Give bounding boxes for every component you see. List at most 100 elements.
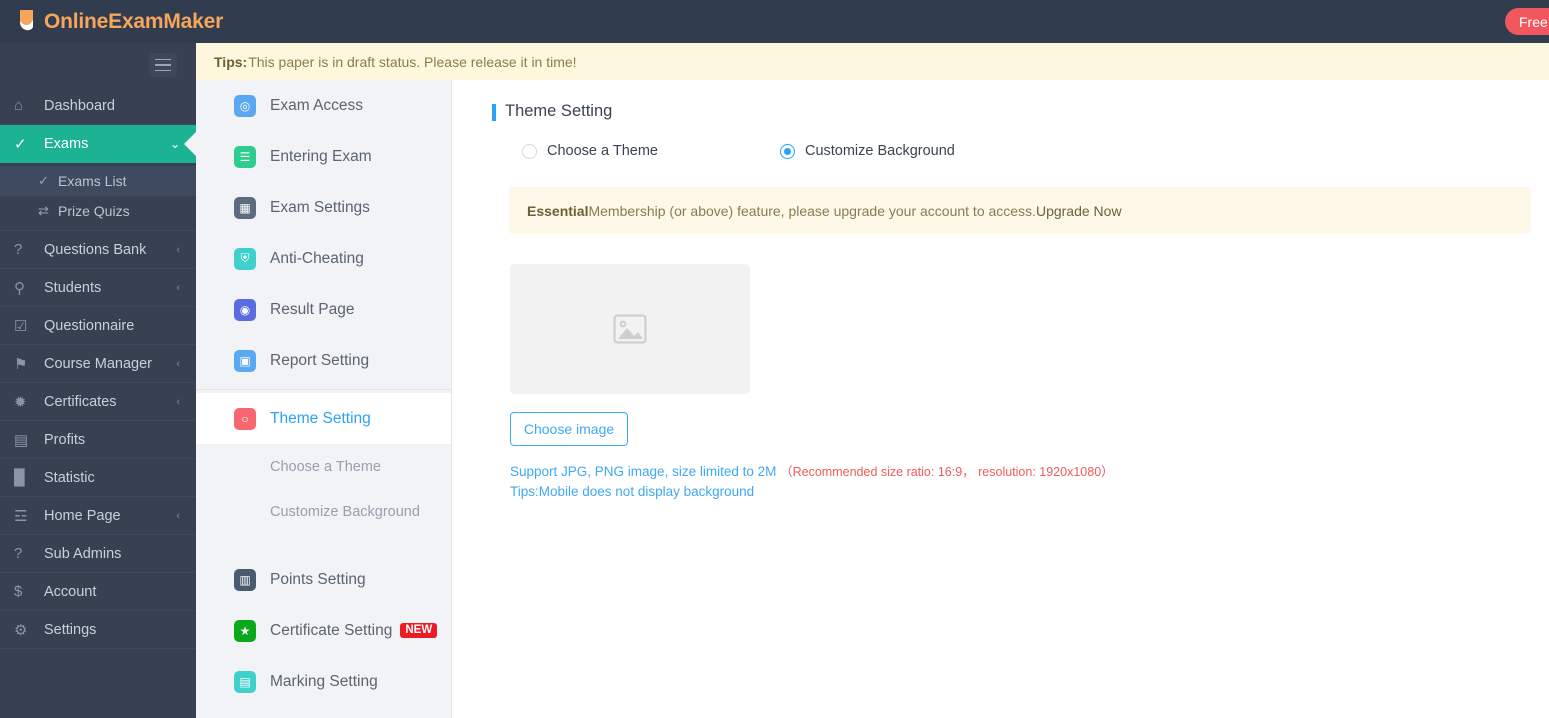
subnav-item-marking-setting[interactable]: ▤ Marking Setting [196, 656, 451, 707]
subnav-divider [196, 389, 451, 390]
membership-tier: Essential [527, 202, 589, 219]
sidebar-item-home-page[interactable]: ☲ Home Page ‹ [0, 497, 196, 535]
subnav-item-report-setting[interactable]: ▣ Report Setting [196, 335, 451, 386]
subnav-item-label: Theme Setting [270, 409, 371, 427]
shuffle-icon: ⇄ [38, 203, 49, 218]
sidebar-subitem-exams-list[interactable]: ✓ Exams List [0, 166, 196, 196]
marking-icon: ▤ [234, 670, 256, 693]
sidebar-item-label: Settings [44, 621, 97, 638]
subnav-subitem-label: Customize Background [270, 503, 420, 520]
sidebar-item-profits[interactable]: ▤ Profits [0, 421, 196, 459]
exam-subnav-list: ◎ Exam Access ☰ Entering Exam ▦ Exam Settings… [196, 80, 451, 707]
exam-subnav: ◎ Exam Access ☰ Entering Exam ▦ Exam Settings… [196, 80, 452, 718]
radio-customize-background-label: Customize Background [804, 143, 955, 159]
question-circle-icon: ? [14, 545, 23, 562]
subnav-item-label: Marking Setting [270, 672, 378, 690]
sidebar-item-label: Account [44, 583, 97, 600]
shield-icon: ⛨ [234, 247, 256, 270]
page-title: Theme Setting [492, 102, 1549, 121]
chevron-icon: ‹ [176, 509, 180, 522]
entering-exam-icon: ☰ [234, 145, 256, 168]
subnav-item-certificate-setting[interactable]: ★ Certificate Setting NEW [196, 605, 451, 656]
chevron-icon: ⌄ [169, 137, 180, 151]
check-circle-icon: ✓ [14, 136, 27, 153]
radio-choose-a-theme-circle[interactable] [522, 143, 537, 159]
sidebar-item-dashboard[interactable]: ⌂ Dashboard [0, 87, 196, 125]
user-icon: ⚲ [14, 279, 25, 297]
sidebar-item-account[interactable]: $ Account [0, 573, 196, 611]
certificate-icon: ★ [234, 619, 256, 642]
sidebar-item-label: Certificates [44, 393, 117, 410]
plan-badge[interactable]: Free, [1505, 8, 1549, 35]
subnav-item-entering-exam[interactable]: ☰ Entering Exam [196, 131, 451, 182]
graduation-cap-icon: ⚑ [14, 355, 28, 373]
sidebar-nav-list: ⌂ Dashboard ✓ Exams ⌄ ✓ Exams List ⇄ Prize Quizs… [0, 87, 196, 649]
sidebar-item-exams[interactable]: ✓ Exams ⌄ [0, 125, 196, 163]
sidebar-item-label: Students [44, 279, 102, 296]
radio-customize-background[interactable]: Customize Background [779, 143, 955, 159]
sidebar-item-statistic[interactable]: █ Statistic [0, 459, 196, 497]
points-icon: ▥ [234, 568, 256, 591]
sprout-icon: ☲ [14, 507, 28, 525]
sidebar-subitem-prize-quizs[interactable]: ⇄ Prize Quizs [0, 196, 196, 226]
sidebar-item-label: Sub Admins [44, 545, 122, 562]
choose-image-button[interactable]: Choose image [510, 412, 628, 446]
subnav-item-result-page[interactable]: ◉ Result Page [196, 284, 451, 335]
rosette-icon: ✹ [14, 393, 27, 411]
shirt-icon: ○ [234, 407, 256, 430]
membership-notice-text: Membership (or above) feature, please up… [588, 202, 1036, 219]
subnav-subitem-customize-background[interactable]: Customize Background [196, 489, 451, 534]
subnav-item-exam-settings[interactable]: ▦ Exam Settings [196, 182, 451, 233]
subnav-item-exam-access[interactable]: ◎ Exam Access [196, 80, 451, 131]
sidebar-item-label: Statistic [44, 469, 95, 486]
upgrade-now-link[interactable]: Upgrade Now [1036, 203, 1122, 219]
sidebar-subitem-label: Prize Quizs [58, 203, 130, 219]
app-root: OnlineExamMaker Free, Tips: This paper is… [0, 0, 1549, 718]
subnav-item-theme-setting[interactable]: ○ Theme Setting [196, 393, 451, 444]
subnav-item-label: Exam Access [270, 96, 364, 114]
hamburger-wrap [0, 43, 196, 87]
brand-logo-group[interactable]: OnlineExamMaker [0, 8, 223, 36]
sidebar-item-students[interactable]: ⚲ Students ‹ [0, 269, 196, 307]
upload-support-text: Support JPG, PNG image, size limited to … [510, 462, 1549, 501]
sidebar-submenu: ✓ Exams List ⇄ Prize Quizs [0, 163, 196, 231]
chevron-icon: ‹ [176, 395, 180, 408]
sidebar-item-sub-admins[interactable]: ? Sub Admins [0, 535, 196, 573]
radio-customize-background-circle[interactable] [779, 143, 795, 159]
radio-choose-a-theme[interactable]: Choose a Theme [522, 143, 658, 159]
subnav-item-points-setting[interactable]: ▥ Points Setting [196, 554, 451, 605]
sidebar-item-questionnaire[interactable]: ☑ Questionnaire [0, 307, 196, 345]
checkbox-icon: ☑ [14, 317, 28, 335]
sidebar-item-label: Exams [44, 136, 89, 152]
subnav-item-label: Points Setting [270, 570, 366, 588]
subnav-item-label: Certificate Setting [270, 621, 393, 639]
sidebar-item-label: Questionnaire [44, 317, 135, 334]
sidebar: ⌂ Dashboard ✓ Exams ⌄ ✓ Exams List ⇄ Prize Quizs… [0, 43, 196, 718]
sidebar-item-settings[interactable]: ⚙ Settings [0, 611, 196, 649]
dollar-icon: $ [14, 583, 23, 600]
chevron-icon: ‹ [176, 243, 180, 256]
sidebar-item-label: Home Page [44, 507, 121, 524]
tips-text: This paper is in draft status. Please re… [248, 53, 577, 70]
subnav-subitem-choose-a-theme[interactable]: Choose a Theme [196, 444, 451, 489]
check-circle-icon: ✓ [38, 173, 49, 188]
report-icon: ▣ [234, 349, 256, 372]
sidebar-subitem-label: Exams List [58, 173, 127, 189]
brand-name: OnlineExamMaker [44, 9, 224, 33]
credit-card-icon: ▤ [14, 431, 29, 449]
background-image-preview[interactable] [510, 264, 750, 394]
sidebar-item-questions-bank[interactable]: ? Questions Bank ‹ [0, 231, 196, 269]
theme-mode-radio-group: Choose a Theme Customize Background [522, 143, 1549, 159]
sidebar-item-course-manager[interactable]: ⚑ Course Manager ‹ [0, 345, 196, 383]
home-icon: ⌂ [14, 97, 24, 114]
sidebar-item-certificates[interactable]: ✹ Certificates ‹ [0, 383, 196, 421]
question-circle-icon: ? [14, 241, 23, 258]
tips-label: Tips: [214, 53, 248, 70]
hamburger-menu-icon[interactable] [149, 53, 177, 77]
support-recommendation: （Recommended size ratio: 16:9， resolutio… [780, 465, 1114, 479]
bar-chart-icon: █ [14, 469, 25, 486]
onlineexammaker-logo-icon [20, 9, 33, 30]
subnav-item-anti-cheating[interactable]: ⛨ Anti-Cheating [196, 233, 451, 284]
eye-icon: ◉ [234, 298, 256, 321]
membership-notice: Essential Membership (or above) feature,… [509, 187, 1531, 234]
